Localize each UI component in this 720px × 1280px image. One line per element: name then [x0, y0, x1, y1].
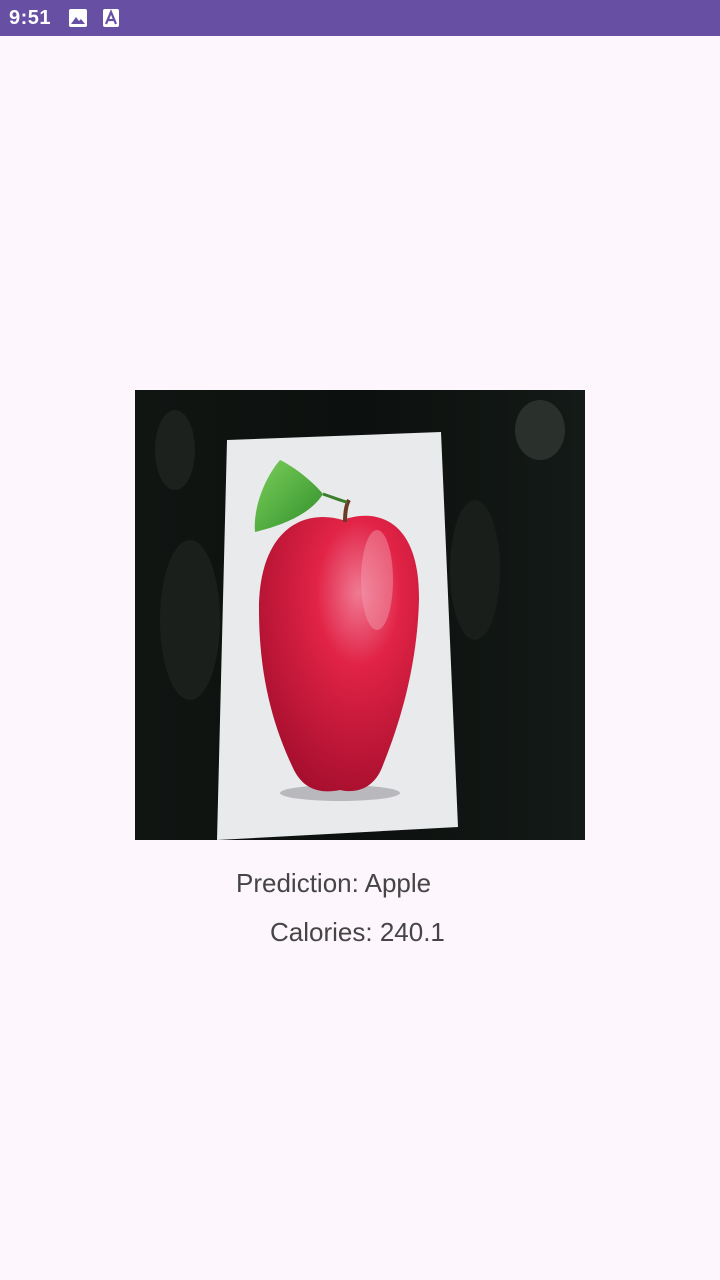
- status-bar: 9:51: [0, 0, 720, 36]
- prediction-label: Prediction: Apple: [236, 868, 432, 898]
- captured-food-image: [135, 390, 585, 840]
- calories-label: Calories: 240.1: [270, 917, 445, 947]
- text-notification-icon: [103, 9, 119, 27]
- status-time: 9:51: [9, 7, 52, 29]
- gallery-icon: [69, 9, 87, 27]
